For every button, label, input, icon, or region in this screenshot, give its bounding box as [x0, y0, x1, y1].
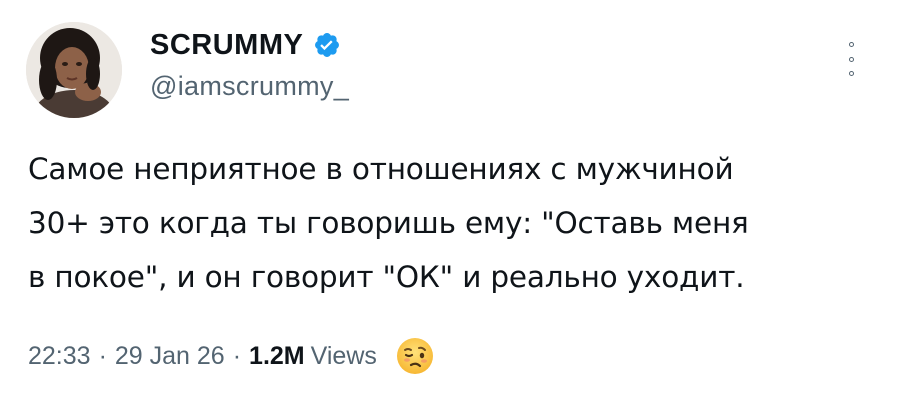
- author-handle[interactable]: @iamscrummy_: [150, 70, 349, 102]
- tweet-meta: 22:33 · 29 Jan 26 · 1.2M Views: [28, 336, 435, 376]
- verified-badge-icon: [313, 31, 341, 59]
- tweet-text-line: в покое", и он говорит "ОК" и реально ух…: [28, 260, 745, 294]
- meta-separator: ·: [232, 341, 242, 370]
- tweet-text-line: Самое неприятное в отношениях с мужчиной: [28, 152, 734, 186]
- tweet-card: SCRUMMY @iamscrummy_ Самое неприятное в …: [0, 0, 910, 412]
- tweet-text: Самое неприятное в отношениях с мужчиной…: [28, 142, 888, 304]
- tweet-date[interactable]: 29 Jan 26: [115, 342, 225, 371]
- confused-face-emoji-icon: [395, 336, 435, 376]
- views-count: 1.2M: [249, 341, 305, 370]
- avatar[interactable]: [26, 22, 122, 118]
- author-display-name[interactable]: SCRUMMY: [150, 28, 303, 62]
- more-dot: [848, 42, 854, 47]
- more-dot: [848, 56, 854, 62]
- more-dot: [848, 71, 854, 76]
- avatar-photo-icon: [26, 22, 122, 118]
- author-name-row: SCRUMMY: [150, 28, 341, 62]
- tweet-text-line: 30+ это когда ты говоришь ему: "Оставь м…: [28, 206, 749, 240]
- more-options-icon[interactable]: [846, 42, 856, 76]
- views-label: Views: [310, 341, 377, 370]
- meta-separator: ·: [98, 341, 107, 370]
- tweet-time[interactable]: 22:33: [28, 342, 91, 371]
